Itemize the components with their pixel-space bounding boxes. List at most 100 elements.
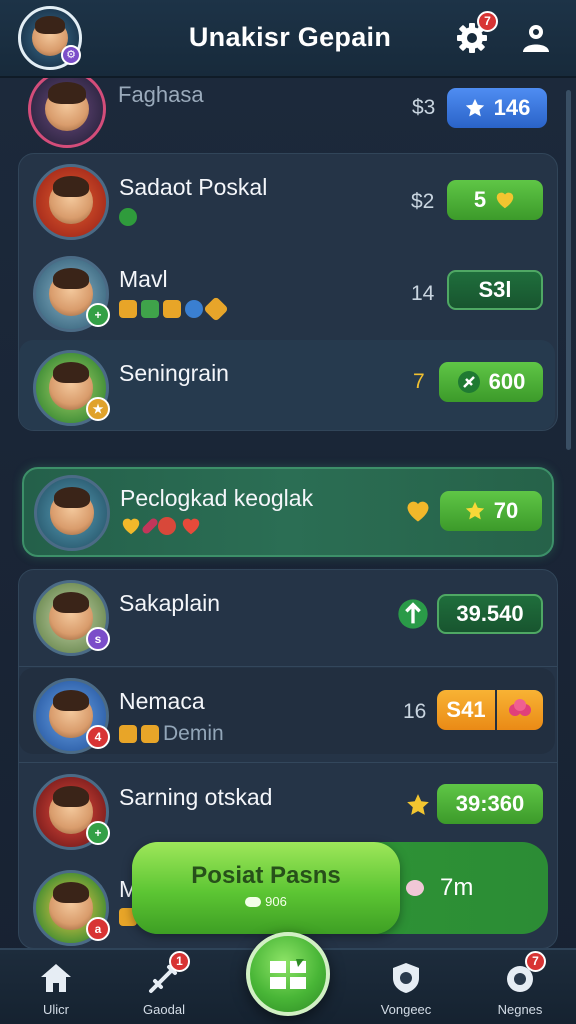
list-item[interactable]: s Sakaplain 39.540	[19, 570, 557, 666]
star-icon	[407, 794, 429, 815]
chest-icon	[163, 300, 181, 318]
shield-icon	[388, 960, 424, 996]
player-tags	[119, 208, 137, 226]
score-pill[interactable]: 39.540	[437, 594, 543, 634]
score-value: 39:360	[455, 791, 525, 816]
player-stat: $3	[412, 96, 436, 119]
player-subtitle: Demin	[163, 722, 224, 745]
badge-icon	[158, 517, 176, 535]
nav-item-profile[interactable]: 7 Negnes	[480, 951, 560, 1017]
nav-item-guild[interactable]: 1 Gaodal	[124, 951, 204, 1017]
list-item[interactable]: + Mavl 14 S3l	[19, 246, 557, 342]
score-value: 600	[488, 369, 526, 394]
heart-icon	[407, 501, 429, 522]
settings-button[interactable]: 7	[454, 11, 498, 56]
player-stat: 14	[411, 282, 435, 305]
player-name: Seningrain	[119, 360, 229, 386]
player-tags	[120, 515, 202, 537]
star-icon	[465, 98, 484, 117]
profile-avatar[interactable]: ⚙	[18, 6, 82, 70]
player-tags	[119, 296, 229, 322]
status-badge: ★	[86, 397, 110, 421]
center-action-button[interactable]	[246, 932, 330, 1016]
flower-icon	[509, 699, 531, 716]
score-pill[interactable]: 70	[440, 491, 542, 531]
wings-icon	[245, 896, 262, 907]
nav-label: Negnes	[497, 1002, 543, 1017]
promo-subtitle: 906	[265, 894, 287, 909]
reward-pill[interactable]	[497, 690, 543, 730]
score-pill[interactable]: S3l	[447, 270, 543, 310]
chest-icon	[141, 300, 159, 318]
promo-title: Posiat Pasns	[191, 862, 341, 889]
promo-subtitle-row: 906	[132, 894, 400, 909]
player-name: Nemaca	[119, 688, 205, 714]
gem-icon	[185, 300, 203, 318]
list-item[interactable]: 4 Nemaca Demin 16 S41	[19, 668, 557, 764]
sword-icon: 1	[146, 951, 190, 996]
score-pill[interactable]: 600	[439, 362, 543, 402]
promo-banner[interactable]: Posiat Pasns 906 7m	[132, 842, 548, 934]
nav-notification-badge: 7	[525, 951, 546, 972]
settings-notification-badge: 7	[477, 11, 498, 32]
camera-icon: 7	[502, 951, 546, 996]
user-group-icon	[523, 25, 549, 52]
status-badge: s	[86, 627, 110, 651]
avatar-face	[50, 486, 94, 535]
page-title: Unakisr Gepain	[188, 22, 392, 52]
list-item[interactable]: ★ Seningrain 7 600	[19, 340, 559, 436]
status-badge: +	[86, 821, 110, 845]
star-icon	[203, 296, 229, 322]
highlighted-list-item[interactable]: Peclogkad keoglak 70	[22, 467, 554, 557]
nav-notification-badge: 1	[169, 951, 190, 972]
score-pill[interactable]: 146	[447, 88, 547, 128]
player-avatar: +	[33, 256, 110, 332]
grid-icon	[270, 959, 306, 989]
heart-icon	[182, 518, 200, 535]
avatar-face	[44, 82, 90, 132]
nav-label: Vongeec	[380, 1002, 432, 1017]
score-pill[interactable]: S41	[437, 690, 495, 730]
chest-icon	[119, 300, 137, 318]
promo-timer: 7m	[440, 874, 474, 901]
player-tags: Demin	[119, 722, 224, 746]
nav-item-shop[interactable]: Vongeec	[366, 960, 446, 1017]
status-badge: +	[86, 303, 110, 327]
player-name: Sarning otskad	[119, 784, 273, 810]
divider	[19, 666, 557, 667]
star-icon	[465, 501, 484, 520]
player-avatar: +	[33, 774, 110, 850]
chest-icon	[141, 725, 159, 743]
score-pill[interactable]: 39:360	[437, 784, 543, 824]
status-badge: 4	[86, 725, 110, 749]
player-name: Faghasa	[118, 82, 204, 107]
player-avatar: ★	[33, 350, 110, 426]
player-avatar	[28, 70, 106, 148]
avatar-face	[49, 175, 93, 224]
score-value: S3l	[478, 277, 512, 302]
player-avatar	[34, 475, 110, 551]
list-item[interactable]: Sadaot Poskal $2 5	[19, 154, 557, 250]
heart-icon	[496, 192, 514, 209]
promo-button[interactable]: Posiat Pasns 906	[132, 842, 400, 934]
shell-icon	[406, 880, 424, 896]
score-value: S41	[446, 697, 486, 722]
score-value: 146	[493, 95, 531, 120]
player-name: Mavl	[119, 266, 168, 292]
score-pill[interactable]: 5	[447, 180, 543, 220]
app-header: ⚙ Unakisr Gepain 7	[0, 0, 576, 78]
heart-icon	[122, 518, 140, 535]
divider	[19, 762, 557, 763]
leaf-icon	[457, 371, 480, 393]
player-avatar: s	[33, 580, 110, 656]
score-value: 39.540	[456, 601, 524, 626]
list-item[interactable]: Peclogkad keoglak 70	[24, 465, 552, 561]
player-avatar: 4	[33, 678, 110, 754]
player-name: Sadaot Poskal	[119, 174, 268, 200]
friends-button[interactable]	[518, 20, 554, 56]
status-badge: a	[86, 917, 110, 941]
player-name: Peclogkad keoglak	[120, 485, 314, 511]
gem-icon	[140, 516, 160, 536]
nav-item-home[interactable]: Ulicr	[16, 960, 96, 1017]
upgrade-icon	[398, 599, 428, 629]
